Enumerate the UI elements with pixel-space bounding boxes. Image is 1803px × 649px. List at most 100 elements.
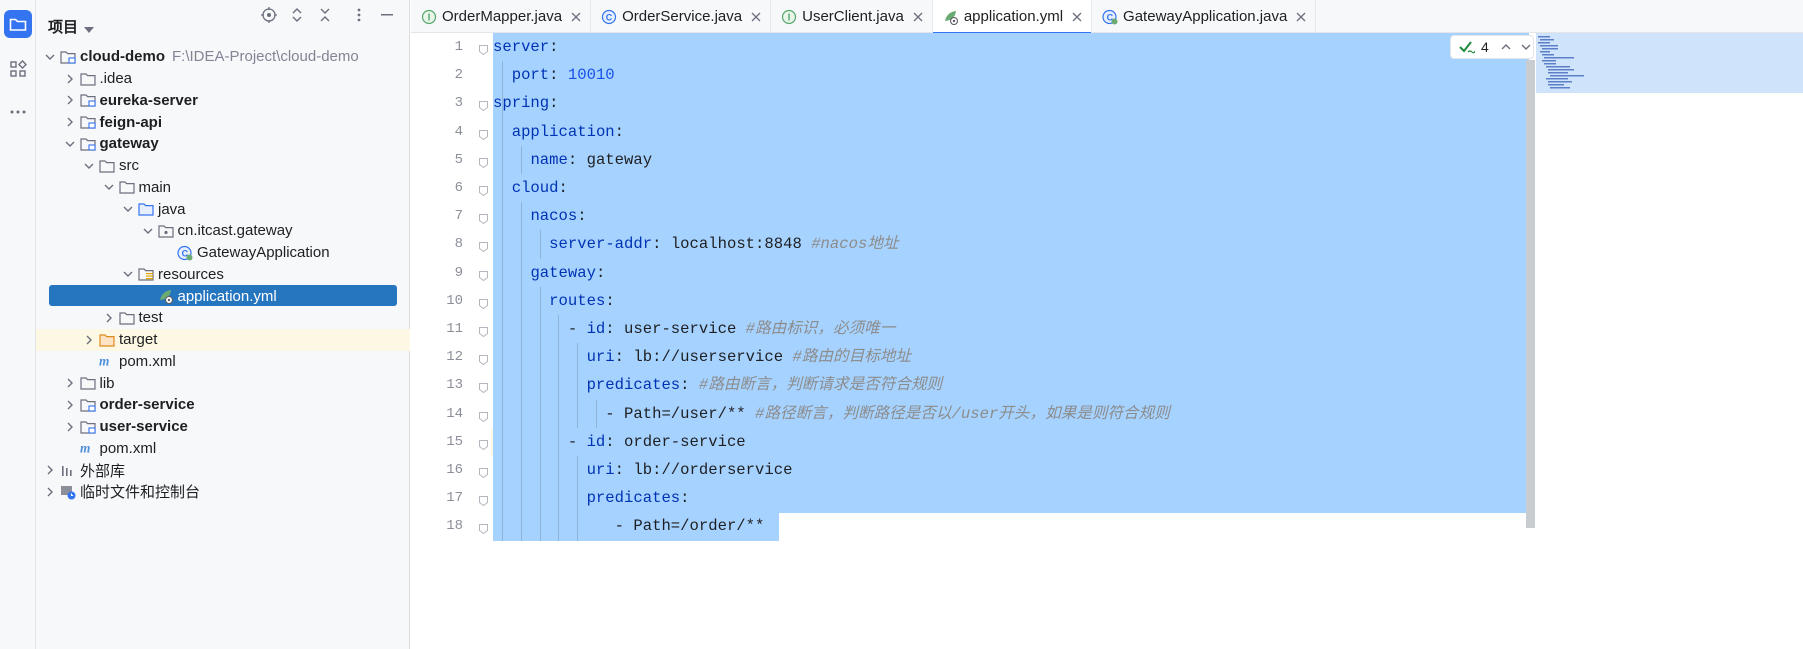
hide-panel-icon[interactable] bbox=[378, 6, 396, 24]
editor-tab[interactable]: C GatewayApplication.java bbox=[1092, 0, 1317, 33]
vertical-scrollbar[interactable] bbox=[1526, 60, 1535, 528]
code-line[interactable]: uri: lb://userservice #路由的目标地址 bbox=[493, 343, 911, 371]
chevron-right-icon[interactable] bbox=[62, 114, 78, 130]
chevron-down-icon[interactable] bbox=[62, 136, 78, 152]
fold-marker-icon[interactable] bbox=[479, 409, 488, 422]
fold-marker-icon[interactable] bbox=[479, 268, 488, 281]
code-line[interactable]: predicates: bbox=[493, 484, 690, 512]
close-icon[interactable] bbox=[570, 11, 582, 23]
project-folder-icon[interactable] bbox=[4, 10, 32, 38]
code-line[interactable]: - id: user-service #路由标识，必须唯一 bbox=[493, 315, 896, 343]
tree-node[interactable]: eureka-server bbox=[36, 90, 410, 112]
chevron-down-icon[interactable] bbox=[81, 158, 97, 174]
fold-marker-icon[interactable] bbox=[479, 465, 488, 479]
fold-marker-icon[interactable] bbox=[479, 98, 488, 112]
code-editor[interactable]: server: port: 10010 spring: application: … bbox=[493, 33, 1529, 649]
chevron-right-icon[interactable] bbox=[42, 484, 58, 500]
code-line[interactable]: - Path=/order/** bbox=[493, 512, 765, 540]
more-tools-icon[interactable] bbox=[4, 98, 32, 126]
editor-tab[interactable]: UserClient.java bbox=[771, 0, 933, 33]
editor-tab[interactable]: OrderMapper.java bbox=[411, 0, 592, 33]
chevron-right-icon[interactable] bbox=[62, 397, 78, 413]
chevron-down-icon[interactable] bbox=[101, 179, 117, 195]
editor-tab[interactable]: application.yml bbox=[932, 0, 1093, 34]
fold-marker-icon[interactable] bbox=[479, 437, 488, 450]
chevron-right-icon[interactable] bbox=[62, 71, 78, 87]
fold-marker-icon[interactable] bbox=[479, 352, 488, 366]
code-line[interactable]: - id: order-service bbox=[493, 428, 746, 456]
code-line[interactable]: name: gateway bbox=[493, 146, 652, 174]
tree-node[interactable]: gateway bbox=[36, 133, 410, 155]
close-icon[interactable] bbox=[1071, 11, 1083, 23]
chevron-right-icon[interactable] bbox=[42, 462, 58, 478]
tree-node[interactable]: lib bbox=[36, 372, 410, 394]
chevron-right-icon[interactable] bbox=[62, 375, 78, 391]
fold-marker-icon[interactable] bbox=[479, 42, 488, 56]
tree-node[interactable]: cloud-demo F:\IDEA-Project\cloud-demo bbox=[36, 46, 410, 68]
inspection-widget[interactable]: 4 bbox=[1450, 35, 1534, 59]
code-line[interactable]: uri: lb://orderservice bbox=[493, 456, 793, 484]
chevron-down-icon[interactable] bbox=[140, 223, 156, 239]
code-line[interactable]: nacos: bbox=[493, 202, 586, 230]
chevron-down-icon[interactable] bbox=[84, 20, 94, 37]
tree-node[interactable]: java bbox=[36, 198, 410, 220]
code-line[interactable]: port: 10010 bbox=[493, 61, 615, 89]
tree-node[interactable]: target bbox=[36, 328, 410, 351]
fold-marker-icon[interactable] bbox=[479, 324, 488, 338]
fold-marker-icon[interactable] bbox=[479, 239, 488, 253]
tree-node[interactable]: feign-api bbox=[36, 111, 410, 133]
chevron-down-icon[interactable] bbox=[120, 201, 136, 217]
code-line[interactable]: - Path=/user/** #路径断言，判断路径是否以/user开头，如果是… bbox=[493, 400, 1170, 428]
editor-tab-label: OrderMapper.java bbox=[442, 8, 563, 25]
collapse-all-icon[interactable] bbox=[316, 6, 334, 24]
close-icon[interactable] bbox=[1295, 11, 1307, 23]
structure-icon[interactable] bbox=[4, 55, 32, 83]
options-menu-icon[interactable] bbox=[350, 6, 368, 24]
tree-node[interactable]: C GatewayApplication bbox=[36, 242, 410, 264]
tree-node[interactable]: application.yml bbox=[36, 285, 410, 307]
code-minimap[interactable] bbox=[1536, 33, 1803, 649]
tree-node[interactable]: src bbox=[36, 155, 410, 177]
fold-marker-icon[interactable] bbox=[479, 155, 488, 168]
tree-node[interactable]: m pom.xml bbox=[36, 438, 410, 460]
code-line[interactable]: routes: bbox=[493, 287, 615, 315]
tree-node[interactable]: m pom.xml bbox=[36, 351, 410, 373]
tree-node[interactable]: resources bbox=[36, 264, 410, 286]
chevron-down-icon[interactable] bbox=[1521, 44, 1531, 50]
code-line[interactable]: server-addr: localhost:8848 #nacos地址 bbox=[493, 230, 898, 258]
chevron-down-icon[interactable] bbox=[120, 266, 136, 282]
expand-all-icon[interactable] bbox=[288, 6, 306, 24]
tree-node[interactable]: order-service bbox=[36, 394, 410, 416]
close-icon[interactable] bbox=[912, 11, 924, 23]
chevron-right-icon[interactable] bbox=[62, 92, 78, 108]
tree-node[interactable]: .idea bbox=[36, 68, 410, 90]
chevron-down-icon[interactable] bbox=[42, 49, 58, 65]
chevron-right-icon[interactable] bbox=[62, 419, 78, 435]
tree-node[interactable]: 临时文件和控制台 bbox=[36, 481, 410, 503]
chevron-right-icon[interactable] bbox=[81, 332, 97, 348]
chevron-up-icon[interactable] bbox=[1501, 44, 1511, 50]
project-panel-title[interactable]: 项目 bbox=[48, 16, 78, 37]
chevron-right-icon[interactable] bbox=[101, 310, 117, 326]
close-icon[interactable] bbox=[750, 11, 762, 23]
fold-marker-icon[interactable] bbox=[479, 521, 488, 535]
editor-tab[interactable]: C OrderService.java bbox=[591, 0, 772, 33]
code-line[interactable]: server: bbox=[493, 33, 559, 61]
fold-marker-icon[interactable] bbox=[479, 211, 488, 225]
fold-marker-icon[interactable] bbox=[479, 296, 488, 309]
indent-guide bbox=[520, 145, 522, 174]
fold-marker-icon[interactable] bbox=[479, 127, 488, 140]
code-line[interactable]: gateway: bbox=[493, 259, 605, 287]
code-line[interactable]: predicates: #路由断言，判断请求是否符合规则 bbox=[493, 371, 943, 399]
fold-marker-icon[interactable] bbox=[479, 183, 488, 197]
fold-marker-icon[interactable] bbox=[479, 380, 488, 394]
tree-node[interactable]: test bbox=[36, 307, 410, 329]
code-line[interactable]: cloud: bbox=[493, 174, 568, 202]
tree-node[interactable]: main bbox=[36, 177, 410, 199]
fold-marker-icon[interactable] bbox=[479, 493, 488, 507]
code-line[interactable]: application: bbox=[493, 118, 624, 146]
locate-file-icon[interactable] bbox=[260, 6, 278, 24]
tree-node[interactable]: user-service bbox=[36, 416, 410, 438]
tree-node[interactable]: cn.itcast.gateway bbox=[36, 220, 410, 242]
tree-node[interactable]: 外部库 bbox=[36, 459, 410, 481]
